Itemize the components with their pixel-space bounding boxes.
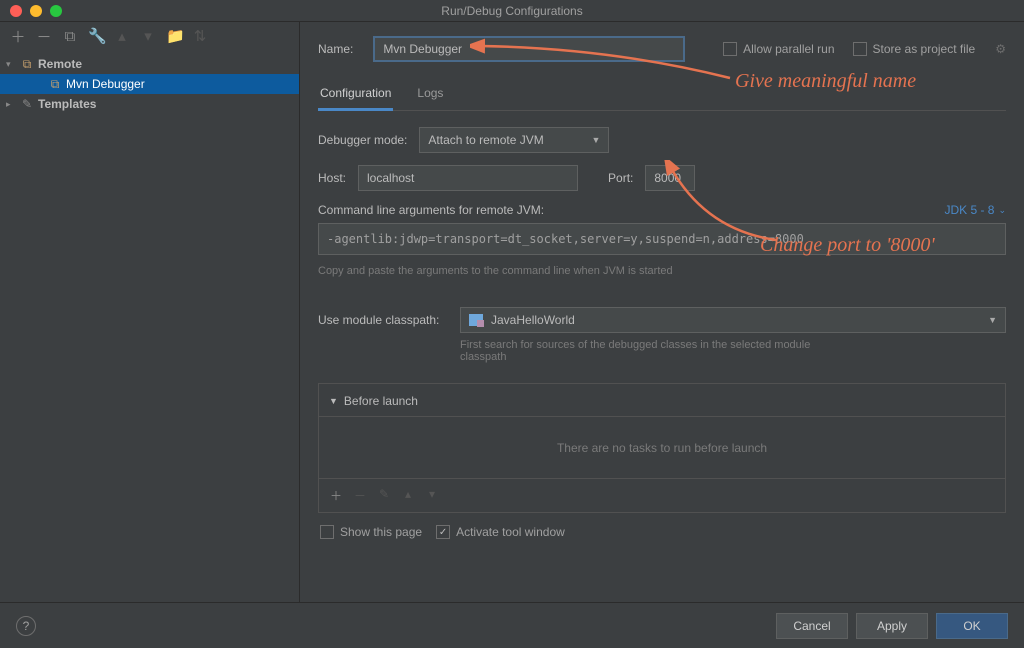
activate-tool-window-checkbox[interactable]: Activate tool window — [436, 525, 565, 539]
before-launch-toolbar: ＋ － ✎ ▴ ▾ — [319, 478, 1005, 512]
wrench-icon: ✎ — [20, 97, 34, 111]
checkbox-label: Store as project file — [873, 42, 976, 56]
before-launch-header[interactable]: ▼ Before launch — [319, 394, 1005, 416]
apply-button[interactable]: Apply — [856, 613, 928, 639]
close-icon[interactable] — [10, 5, 22, 17]
select-value: JavaHelloWorld — [491, 313, 575, 327]
port-label: Port: — [608, 171, 633, 185]
folder-icon[interactable]: 📁 — [166, 27, 182, 45]
checkbox-icon — [723, 42, 737, 56]
remove-icon[interactable]: － — [36, 26, 52, 47]
module-icon — [469, 314, 483, 326]
checkbox-label: Allow parallel run — [743, 42, 834, 56]
tree-node-remote[interactable]: ▾ ⧉ Remote — [0, 54, 299, 74]
remote-type-icon: ⧉ — [48, 77, 62, 92]
chevron-right-icon: ▸ — [6, 99, 16, 110]
chevron-down-icon: ▼ — [591, 135, 600, 145]
tree-node-templates[interactable]: ▸ ✎ Templates — [0, 94, 299, 114]
name-input[interactable] — [373, 36, 685, 62]
cancel-button[interactable]: Cancel — [776, 613, 848, 639]
store-project-checkbox[interactable]: Store as project file — [853, 42, 976, 56]
gear-icon[interactable]: ⚙ — [995, 42, 1006, 56]
titlebar: Run/Debug Configurations — [0, 0, 1024, 22]
window-title: Run/Debug Configurations — [441, 4, 582, 18]
ok-button[interactable]: OK — [936, 613, 1008, 639]
show-this-page-checkbox[interactable]: Show this page — [320, 525, 422, 539]
tabs: Configuration Logs — [318, 80, 1006, 111]
jdk-version-link[interactable]: JDK 5 - 8 ⌄ — [944, 203, 1006, 217]
checkbox-icon — [436, 525, 450, 539]
cmdline-box[interactable]: -agentlib:jdwp=transport=dt_socket,serve… — [318, 223, 1006, 255]
tree-label: Mvn Debugger — [66, 77, 145, 91]
remote-type-icon: ⧉ — [20, 57, 34, 72]
checkbox-icon — [853, 42, 867, 56]
up-icon[interactable]: ▴ — [401, 487, 415, 504]
config-tree: ▾ ⧉ Remote ⧉ Mvn Debugger ▸ ✎ Templates — [0, 50, 299, 114]
down-icon[interactable]: ▾ — [425, 487, 439, 504]
sidebar: ＋ － ⧉ 🔧 ▴ ▾ 📁 ⇅ ▾ ⧉ Remote ⧉ Mvn Debugge… — [0, 22, 300, 622]
debugger-mode-select[interactable]: Attach to remote JVM ▼ — [419, 127, 609, 153]
traffic-lights — [0, 5, 62, 17]
classpath-label: Use module classpath: — [318, 307, 448, 327]
remove-icon[interactable]: － — [353, 487, 367, 504]
section-title: Before launch — [344, 394, 418, 408]
checkbox-icon — [320, 525, 334, 539]
classpath-select[interactable]: JavaHelloWorld ▼ — [460, 307, 1006, 333]
chevron-down-icon: ▼ — [329, 396, 338, 406]
tree-node-mvn-debugger[interactable]: ⧉ Mvn Debugger — [0, 74, 299, 94]
zoom-icon[interactable] — [50, 5, 62, 17]
wrench-icon[interactable]: 🔧 — [88, 27, 104, 45]
up-icon[interactable]: ▴ — [114, 27, 130, 45]
tree-label: Remote — [38, 57, 82, 71]
classpath-hint: First search for sources of the debugged… — [460, 339, 820, 363]
empty-text: There are no tasks to run before launch — [557, 441, 767, 455]
minimize-icon[interactable] — [30, 5, 42, 17]
add-icon[interactable]: ＋ — [329, 487, 343, 504]
chevron-down-icon: ▾ — [6, 59, 16, 70]
checkbox-label: Activate tool window — [456, 525, 565, 539]
allow-parallel-checkbox[interactable]: Allow parallel run — [723, 42, 834, 56]
down-icon[interactable]: ▾ — [140, 27, 156, 45]
cmdline-label: Command line arguments for remote JVM: — [318, 203, 544, 217]
before-launch-section: ▼ Before launch There are no tasks to ru… — [318, 383, 1006, 513]
help-button[interactable]: ? — [16, 616, 36, 636]
chevron-down-icon: ⌄ — [998, 205, 1006, 216]
main-panel: Name: Allow parallel run Store as projec… — [300, 22, 1024, 622]
chevron-down-icon: ▼ — [988, 315, 997, 325]
add-icon[interactable]: ＋ — [10, 26, 26, 47]
debugger-mode-label: Debugger mode: — [318, 133, 407, 147]
sidebar-toolbar: ＋ － ⧉ 🔧 ▴ ▾ 📁 ⇅ — [0, 22, 299, 50]
tree-label: Templates — [38, 97, 96, 111]
footer: ? Cancel Apply OK — [0, 602, 1024, 648]
configuration-panel: Debugger mode: Attach to remote JVM ▼ Ho… — [318, 111, 1006, 539]
host-label: Host: — [318, 171, 346, 185]
edit-icon[interactable]: ✎ — [377, 487, 391, 504]
tab-logs[interactable]: Logs — [415, 80, 445, 110]
checkbox-label: Show this page — [340, 525, 422, 539]
copy-icon[interactable]: ⧉ — [62, 28, 78, 45]
cmdline-hint: Copy and paste the arguments to the comm… — [318, 265, 1006, 277]
host-input[interactable] — [358, 165, 578, 191]
name-label: Name: — [318, 42, 353, 56]
tab-configuration[interactable]: Configuration — [318, 80, 393, 111]
collapse-icon[interactable]: ⇅ — [192, 27, 208, 45]
link-text: JDK 5 - 8 — [944, 203, 994, 217]
select-value: Attach to remote JVM — [428, 133, 543, 147]
port-input[interactable] — [645, 165, 695, 191]
before-launch-body: There are no tasks to run before launch — [319, 416, 1005, 478]
